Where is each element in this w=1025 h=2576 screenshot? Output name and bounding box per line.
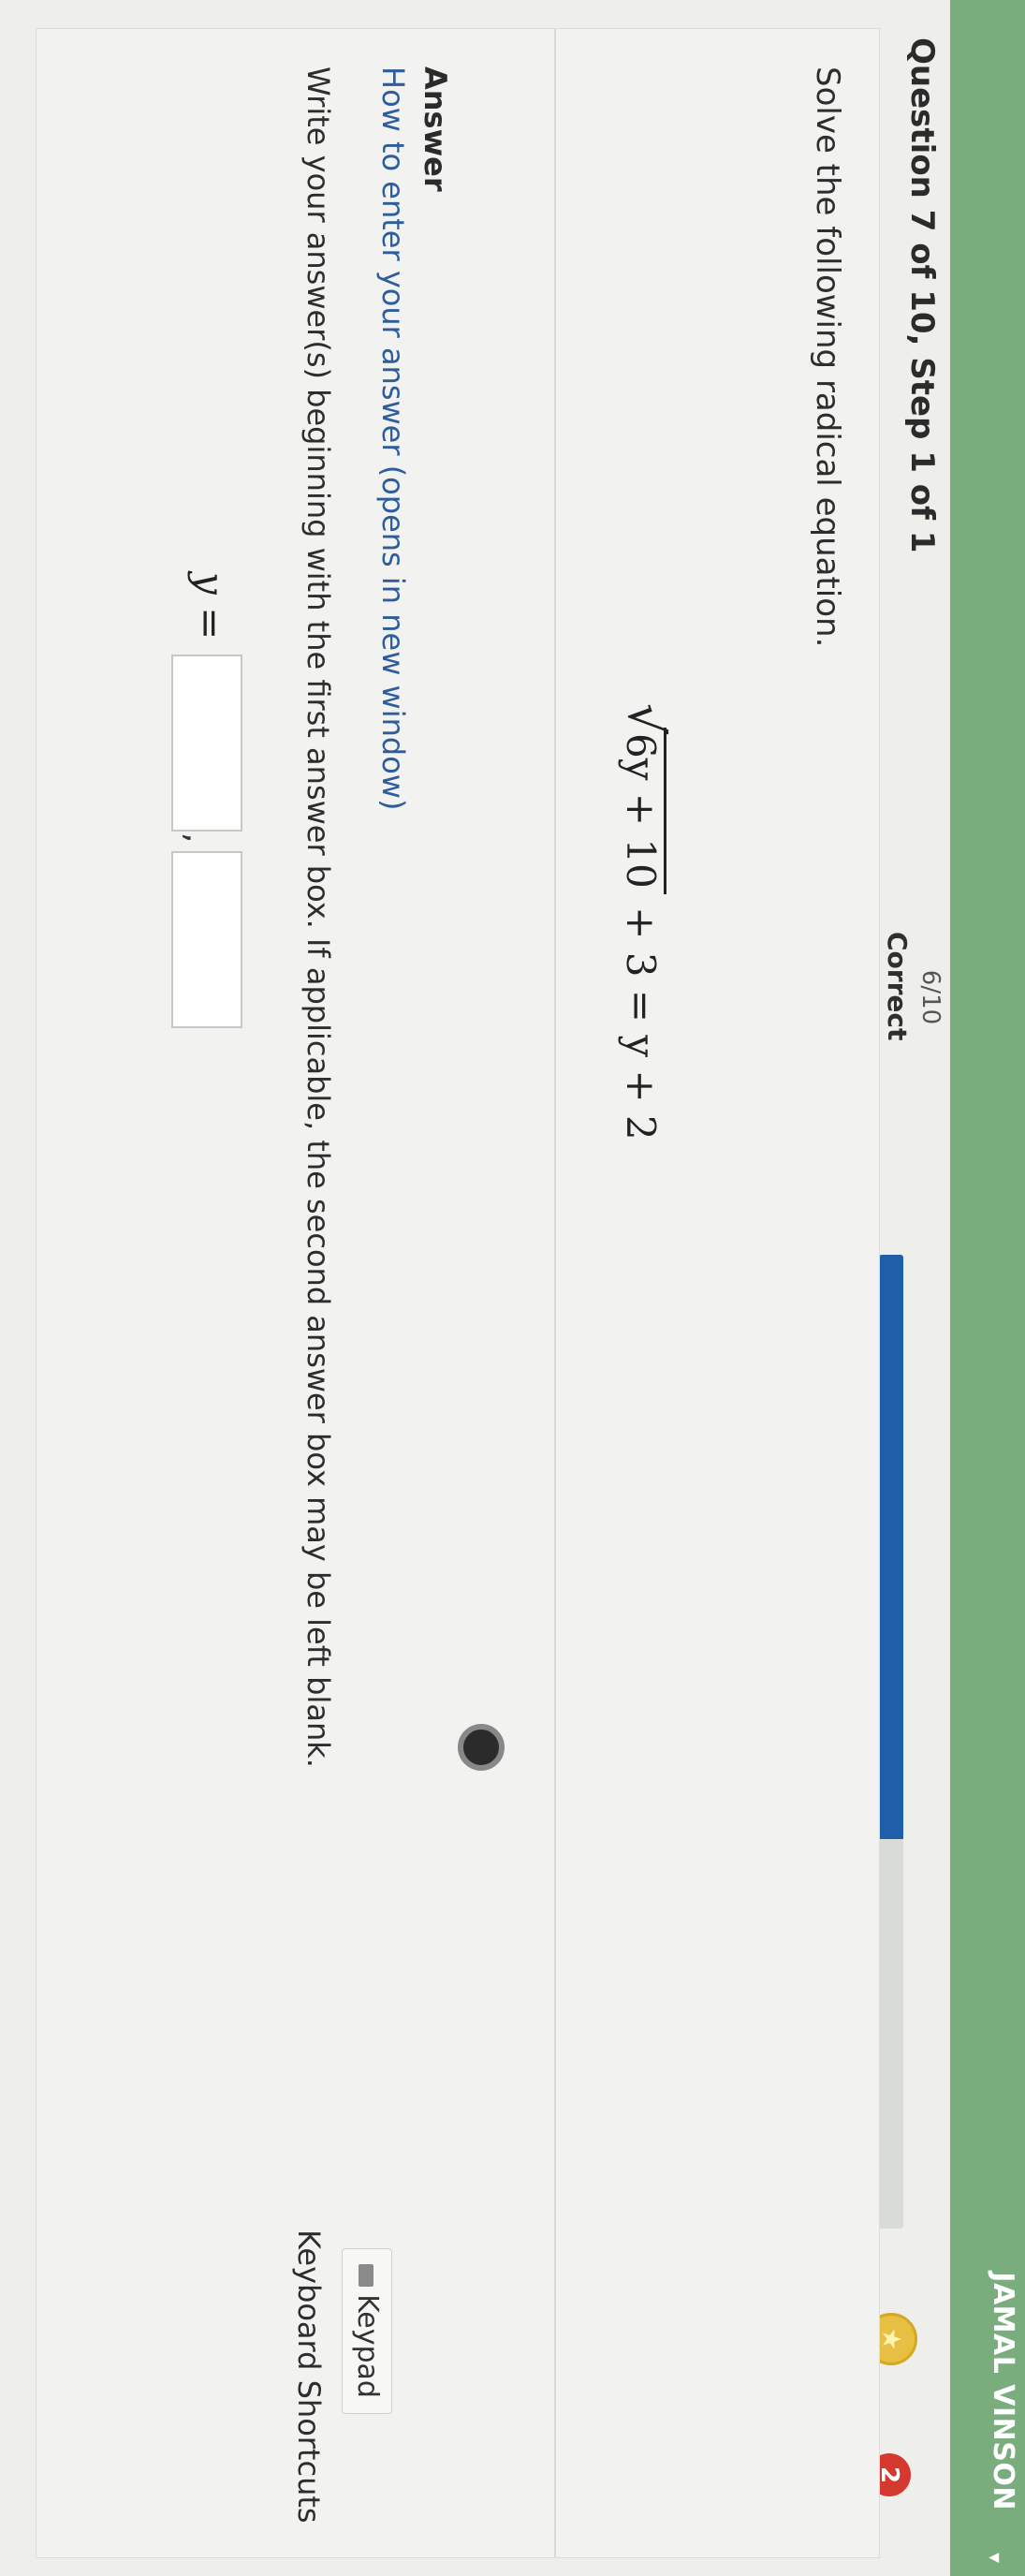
radicand: 6y + 10 [618, 728, 666, 894]
keypad-label: Keypad [351, 2294, 384, 2398]
divider [554, 29, 556, 2557]
score-count: 6/10 [916, 969, 944, 1025]
question-header: Question 7 of 10, Step 1 of 1 6/10 Corre… [865, 0, 950, 2576]
status-label: Correct [882, 932, 913, 1041]
equation-rest: + 3 = y + 2 [618, 906, 664, 1141]
progress-fill [879, 1255, 903, 1839]
chevron-down-icon[interactable]: ▾ [983, 2553, 1006, 2563]
variable-label: y = [187, 572, 233, 640]
answer-box-2[interactable] [171, 851, 242, 1028]
answer-heading: Answer [417, 66, 453, 192]
top-bar: JAMAL VINSON ▾ [950, 0, 1025, 2576]
question-prompt: Solve the following radical equation. [809, 66, 846, 648]
answer-box-1[interactable] [171, 655, 242, 832]
keyboard-shortcuts-link[interactable]: Keyboard Shortcuts [291, 2230, 327, 2524]
progress-bar [879, 1255, 903, 2229]
how-to-enter-link[interactable]: How to enter your answer (opens in new w… [375, 66, 411, 810]
keyboard-icon [359, 2264, 374, 2288]
radical-equation: √ 6y + 10 + 3 = y + 2 [617, 703, 673, 1141]
question-title: Question 7 of 10, Step 1 of 1 [903, 37, 941, 553]
radical: √ 6y + 10 [617, 703, 673, 894]
user-name[interactable]: JAMAL VINSON [987, 2272, 1019, 2510]
app-window: JAMAL VINSON ▾ Question 7 of 10, Step 1 … [0, 0, 1025, 2576]
question-card: Solve the following radical equation. √ … [36, 28, 880, 2558]
record-icon[interactable] [458, 1724, 505, 1771]
keypad-button[interactable]: Keypad [342, 2248, 392, 2414]
radical-sign-icon: √ [617, 703, 673, 735]
answer-separator: , [178, 832, 216, 844]
answer-instructions: Write your answer(s) beginning with the … [300, 66, 336, 1768]
